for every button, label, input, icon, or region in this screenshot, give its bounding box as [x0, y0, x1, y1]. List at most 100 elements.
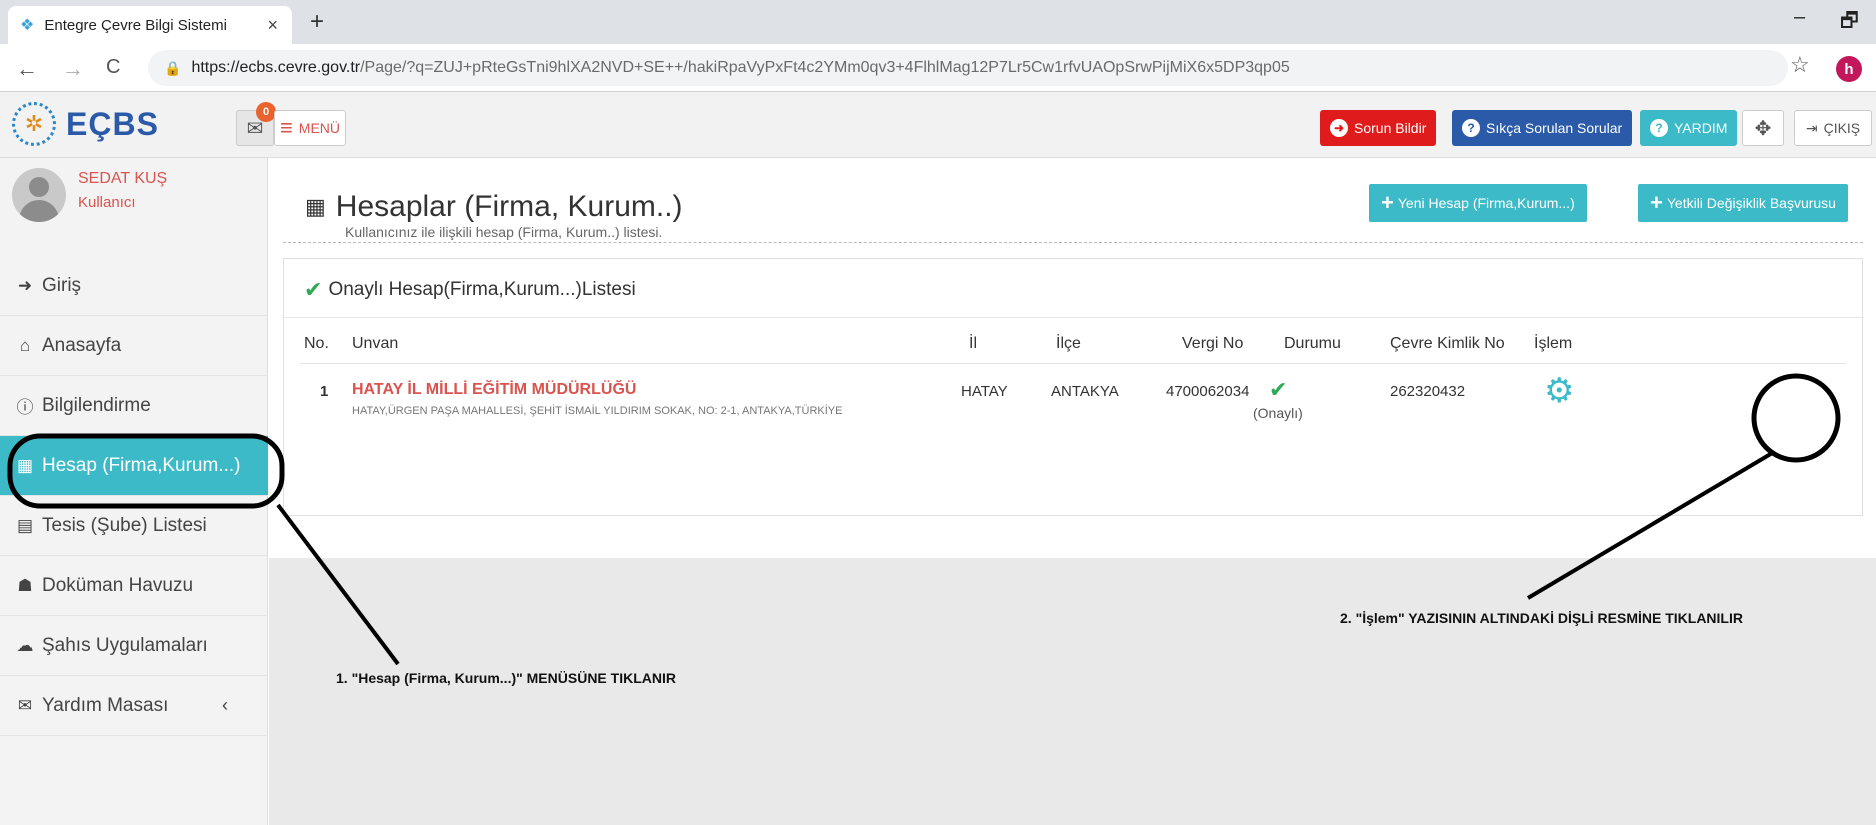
- row-address: HATAY,ÜRGEN PAŞA MAHALLESİ, ŞEHİT İSMAİL…: [352, 405, 843, 417]
- forward-button[interactable]: →: [62, 56, 84, 82]
- move-arrows-icon: ✥: [1754, 117, 1772, 140]
- column-header-vergi-no: Vergi No: [1182, 335, 1244, 352]
- profile-avatar[interactable]: h: [1836, 56, 1862, 82]
- question-icon: ?: [1650, 119, 1668, 137]
- sidebar-item-label: Giriş: [42, 274, 82, 296]
- fullscreen-button[interactable]: ✥: [1742, 110, 1784, 146]
- bookmark-star-icon[interactable]: ☆: [1790, 52, 1810, 78]
- browser-tab-bar: ❖ Entegre Çevre Bilgi Sistemi × + – 🗗: [0, 0, 1876, 44]
- url-domain: https://ecbs.cevre.gov.tr: [191, 59, 361, 76]
- clipboard-icon: ▤: [16, 515, 34, 535]
- column-header-ilce: İlçe: [1056, 335, 1081, 352]
- panel-title-text: Onaylı Hesap(Firma,Kurum...)Listesi: [328, 279, 636, 300]
- exit-button[interactable]: ⇥ ÇIKIŞ: [1794, 110, 1872, 146]
- info-icon: ⓘ: [16, 398, 34, 417]
- new-account-button[interactable]: + Yeni Hesap (Firma,Kurum...): [1369, 184, 1587, 222]
- sidebar-item-label: Anasayfa: [42, 334, 122, 356]
- plus-icon: +: [1650, 190, 1663, 215]
- chevron-left-icon[interactable]: ‹: [222, 695, 228, 716]
- browser-tab[interactable]: ❖ Entegre Çevre Bilgi Sistemi ×: [8, 6, 292, 44]
- sidebar-item-label: Tesis (Şube) Listesi: [42, 514, 207, 536]
- sidebar-item-bilgilendirme[interactable]: ⓘ Bilgilendirme: [0, 376, 268, 436]
- gear-icon[interactable]: ⚙: [1544, 374, 1574, 408]
- help-label: YARDIM: [1674, 120, 1728, 136]
- row-il: HATAY: [961, 383, 1008, 400]
- page-title-text: Hesaplar (Firma, Kurum..): [335, 190, 683, 223]
- ecbs-logo[interactable]: ✲ EÇBS: [12, 102, 159, 146]
- new-tab-button[interactable]: +: [310, 8, 324, 36]
- divider: [284, 317, 1864, 318]
- url-path: /Page/?q=ZUJ+pRteGsTni9hlXA2NVD+SE++/hak…: [360, 59, 1290, 76]
- column-header-il: İl: [969, 335, 977, 352]
- plus-icon: +: [1381, 190, 1394, 215]
- back-button[interactable]: ←: [16, 56, 38, 82]
- new-account-label: Yeni Hesap (Firma,Kurum...): [1397, 195, 1575, 211]
- approved-check-icon: ✔: [1269, 377, 1288, 402]
- check-icon: ✔: [304, 277, 323, 302]
- cloud-icon: ☁: [16, 635, 34, 655]
- arrow-circle-icon: ➜: [1330, 119, 1348, 137]
- main-content: ▦ Hesaplar (Firma, Kurum..) Kullanıcınız…: [269, 158, 1876, 825]
- sidebar-item-giris[interactable]: ➜ Giriş: [0, 256, 268, 316]
- hamburger-icon: ≡: [279, 115, 293, 140]
- building-icon: ▦: [16, 455, 34, 475]
- row-ilce: ANTAKYA: [1051, 383, 1119, 400]
- browser-tab-title: Entegre Çevre Bilgi Sistemi: [44, 16, 227, 34]
- restore-button[interactable]: 🗗: [1840, 6, 1859, 40]
- sidebar-item-sahis-uygulamalari[interactable]: ☁ Şahıs Uygulamaları: [0, 616, 268, 676]
- sign-in-icon: ➜: [17, 275, 33, 295]
- annotation-step-2: 2. "İşlem" YAZISININ ALTINDAKİ DİŞLİ RES…: [1340, 610, 1743, 626]
- faq-button[interactable]: ? Sıkça Sorulan Sorular: [1452, 110, 1633, 146]
- users-icon: ☗: [17, 575, 33, 595]
- sidebar-item-label: Bilgilendirme: [42, 394, 151, 416]
- annotation-step-1: 1. "Hesap (Firma, Kurum...)" MENÜSÜNE TI…: [336, 670, 676, 686]
- sidebar-item-hesap[interactable]: ▦ Hesap (Firma,Kurum...): [0, 436, 268, 496]
- row-no: 1: [320, 383, 329, 400]
- logo-icon: ✲: [12, 102, 56, 146]
- building-icon: ▦: [305, 194, 326, 219]
- sidebar-item-tesis[interactable]: ▤ Tesis (Şube) Listesi: [0, 496, 268, 556]
- help-button[interactable]: ? YARDIM: [1640, 110, 1738, 146]
- user-avatar: [12, 168, 66, 222]
- row-unvan[interactable]: HATAY İL MİLLİ EĞİTİM MÜDÜRLÜĞÜ: [352, 381, 636, 399]
- faq-label: Sıkça Sorulan Sorular: [1486, 120, 1623, 136]
- column-header-islem: İşlem: [1534, 335, 1573, 352]
- divider: [283, 242, 1863, 243]
- content-area: ▦ Hesaplar (Firma, Kurum..) Kullanıcınız…: [269, 158, 1876, 558]
- reload-button[interactable]: C: [106, 56, 120, 79]
- accounts-panel: ✔ Onaylı Hesap(Firma,Kurum...)Listesi No…: [283, 258, 1864, 516]
- report-issue-label: Sorun Bildir: [1354, 120, 1427, 136]
- sidebar-item-anasayfa[interactable]: ⌂ Anasayfa: [0, 316, 268, 376]
- sidebar-item-dokuman-havuzu[interactable]: ☗ Doküman Havuzu: [0, 556, 268, 616]
- report-issue-button[interactable]: ➜ Sorun Bildir: [1320, 110, 1437, 146]
- sidebar-item-yardim-masasi[interactable]: ✉ Yardım Masası ‹: [0, 676, 268, 736]
- lock-icon: 🔒: [164, 59, 182, 76]
- table-header-divider: [300, 363, 1846, 364]
- sidebar: SEDAT KUŞ Kullanıcı ➜ Giriş ⌂ Anasayfa ⓘ…: [0, 158, 268, 825]
- authority-change-label: Yetkili Değişiklik Başvurusu: [1666, 195, 1836, 211]
- column-header-durumu: Durumu: [1284, 335, 1341, 352]
- sidebar-item-label: Yardım Masası: [42, 694, 169, 716]
- page-subtitle: Kullanıcınız ile ilişkili hesap (Firma, …: [345, 224, 663, 240]
- menu-label: MENÜ: [298, 120, 341, 136]
- home-icon: ⌂: [19, 335, 31, 355]
- column-header-unvan: Unvan: [352, 335, 399, 352]
- sidebar-item-label: Şahıs Uygulamaları: [42, 634, 208, 656]
- page-title: ▦ Hesaplar (Firma, Kurum..): [305, 190, 683, 224]
- sidebar-item-label: Hesap (Firma,Kurum...): [42, 454, 241, 476]
- exit-label: ÇIKIŞ: [1823, 120, 1861, 136]
- logo-text: EÇBS: [66, 105, 159, 142]
- sidebar-item-label: Doküman Havuzu: [42, 574, 194, 596]
- user-name[interactable]: SEDAT KUŞ: [78, 170, 167, 188]
- browser-toolbar: ← → C 🔒 https://ecbs.cevre.gov.tr/Page/?…: [0, 44, 1876, 92]
- sign-out-icon: ⇥: [1805, 119, 1818, 136]
- question-icon: ?: [1462, 119, 1480, 137]
- minimize-button[interactable]: –: [1794, 6, 1805, 29]
- menu-toggle-button[interactable]: ≡ MENÜ: [274, 110, 346, 146]
- tab-close-icon[interactable]: ×: [267, 15, 278, 36]
- envelope-icon: ✉: [17, 695, 33, 715]
- authority-change-button[interactable]: + Yetkili Değişiklik Başvurusu: [1638, 184, 1848, 222]
- site-favicon-icon: ❖: [20, 17, 35, 34]
- address-bar[interactable]: 🔒 https://ecbs.cevre.gov.tr/Page/?q=ZUJ+…: [148, 50, 1788, 86]
- row-vergi-no: 4700062034: [1166, 383, 1250, 400]
